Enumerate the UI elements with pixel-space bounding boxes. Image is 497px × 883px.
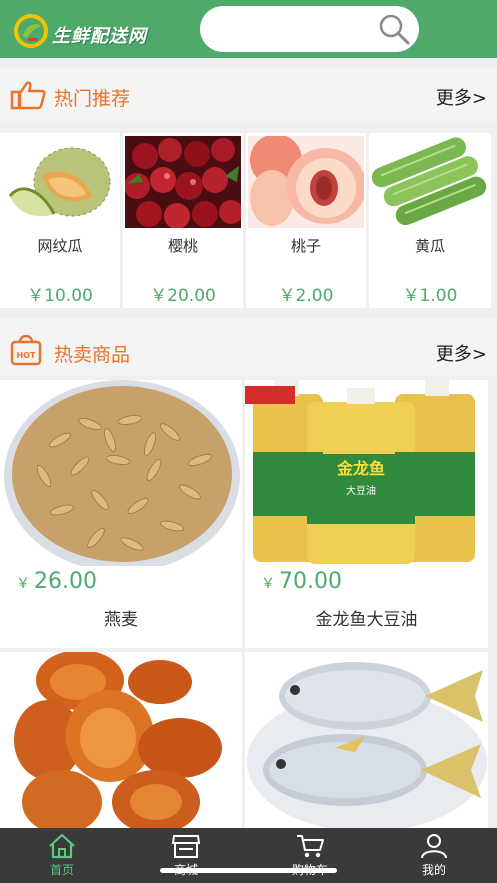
product-price: ￥20.00	[150, 286, 216, 306]
section-title: 热卖商品	[54, 344, 131, 366]
recommend-section-header: 热门推荐 更多>	[0, 68, 497, 123]
product-card[interactable]: 金龙鱼 大豆油 ￥ 70.00 金龙鱼大豆油	[245, 380, 488, 648]
price-value: 26.00	[34, 569, 97, 594]
product-name: 金龙鱼大豆油	[315, 610, 418, 630]
section-title: 热门推荐	[54, 88, 131, 110]
recommend-list: 网纹瓜 ￥10.00 樱桃 ￥20.00 桃子 ￥2.00 黄瓜 ￥1.00	[0, 133, 497, 308]
product-image-abalone	[0, 652, 242, 828]
product-card[interactable]: 樱桃 ￥20.00	[123, 133, 243, 308]
more-link[interactable]: 更多>	[436, 340, 487, 366]
more-link[interactable]: 更多>	[436, 84, 487, 110]
hot-bag-icon: HOT	[10, 334, 42, 366]
home-icon	[49, 833, 75, 859]
currency-symbol: ￥	[16, 576, 30, 592]
site-logo[interactable]: 生鲜配送网	[14, 14, 184, 48]
product-image-cucumber	[371, 136, 487, 228]
product-image-cherry	[125, 136, 241, 228]
tab-label: 首页	[49, 863, 74, 877]
product-name: 燕麦	[104, 610, 138, 630]
product-card[interactable]: 黄瓜 ￥1.00	[369, 133, 491, 308]
home-indicator[interactable]	[160, 868, 337, 873]
oil-brand-label: 金龙鱼	[336, 459, 385, 478]
product-price: ￥1.00	[402, 286, 458, 306]
product-image-soybean-oil: 金龙鱼 大豆油	[245, 380, 488, 566]
product-price: ￥2.00	[278, 286, 334, 306]
oil-type-label: 大豆油	[346, 484, 376, 497]
product-card[interactable]: ￥ 26.00 燕麦	[0, 380, 242, 648]
search-input[interactable]	[200, 6, 419, 52]
tab-home[interactable]: 首页	[0, 828, 124, 883]
tab-cart[interactable]: 购物车	[248, 828, 372, 883]
product-name: 黄瓜	[414, 237, 445, 255]
logo-text: 生鲜配送网	[52, 26, 147, 47]
product-card[interactable]: 桃子 ￥2.00	[246, 133, 366, 308]
search-icon[interactable]	[377, 12, 411, 46]
bottom-tab-bar: 首页 商城 购物车 我的	[0, 828, 497, 883]
product-image-melon	[2, 136, 118, 228]
top-header: 生鲜配送网	[0, 0, 497, 58]
tab-store[interactable]: 商城	[124, 828, 248, 883]
product-name: 网纹瓜	[37, 237, 83, 255]
tab-label: 我的	[421, 863, 446, 877]
product-name: 樱桃	[167, 237, 198, 255]
product-image-pomfret	[245, 652, 488, 828]
product-price: ￥ 70.00	[261, 569, 342, 594]
product-card[interactable]	[0, 652, 242, 828]
store-icon	[171, 835, 201, 858]
product-card[interactable]	[245, 652, 488, 828]
product-card[interactable]: 网纹瓜 ￥10.00	[0, 133, 120, 308]
tab-profile[interactable]: 我的	[372, 828, 496, 883]
product-name: 桃子	[290, 237, 321, 255]
hot-section-header: HOT 热卖商品 更多>	[0, 318, 497, 376]
product-image-peach	[248, 136, 364, 228]
hot-badge-text: HOT	[17, 351, 36, 360]
logo-leaf-icon	[14, 14, 48, 48]
product-price: ￥10.00	[27, 286, 93, 306]
price-value: 70.00	[279, 569, 342, 594]
user-icon	[421, 834, 447, 859]
product-price: ￥ 26.00	[16, 569, 97, 594]
cart-icon	[297, 835, 324, 858]
currency-symbol: ￥	[261, 576, 275, 592]
product-image-oats	[0, 380, 242, 566]
thumbs-up-icon	[10, 81, 46, 110]
